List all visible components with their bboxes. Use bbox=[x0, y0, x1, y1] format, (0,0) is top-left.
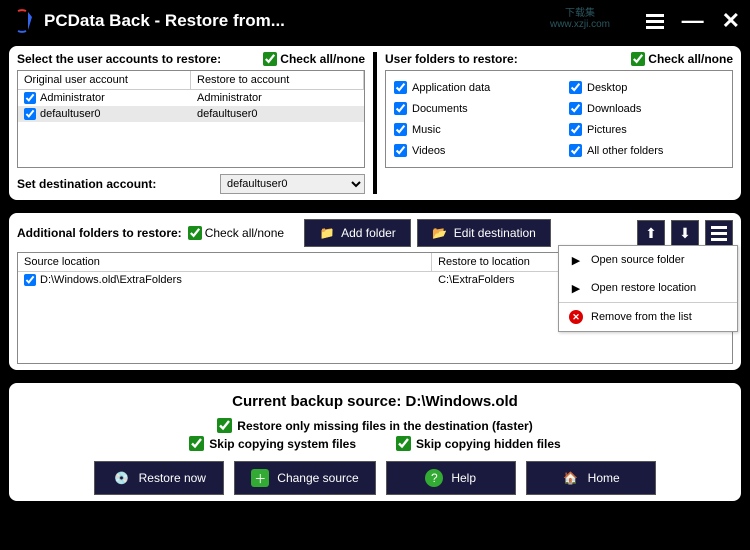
user-folders-check-all-box[interactable] bbox=[631, 52, 645, 66]
additional-check-all-box[interactable] bbox=[188, 226, 202, 240]
folder-open-icon: ▶ bbox=[569, 281, 583, 295]
bottom-panel: Current backup source: D:\Windows.old Re… bbox=[5, 379, 745, 505]
col-original-account[interactable]: Original user account bbox=[18, 71, 191, 89]
folder-checkbox[interactable] bbox=[569, 81, 582, 94]
user-folders-grid: Application data Desktop Documents Downl… bbox=[385, 70, 733, 168]
backup-source-label: Current backup source: D:\Windows.old bbox=[17, 393, 733, 410]
add-folder-button[interactable]: 📁 Add folder bbox=[304, 219, 411, 247]
table-row[interactable]: AdministratorAdministrator bbox=[18, 90, 364, 106]
remove-icon: ✕ bbox=[569, 310, 583, 324]
ctx-remove[interactable]: ✕ Remove from the list bbox=[559, 303, 737, 331]
edit-destination-button[interactable]: 📂 Edit destination bbox=[417, 219, 551, 247]
restore-icon: 💿 bbox=[113, 469, 131, 487]
close-button[interactable]: ✕ bbox=[722, 8, 740, 34]
change-source-button[interactable]: ＋ Change source bbox=[234, 461, 375, 495]
accounts-label: Select the user accounts to restore: bbox=[17, 52, 263, 66]
home-icon: 🏠 bbox=[562, 469, 580, 487]
minimize-button[interactable]: — bbox=[682, 8, 704, 34]
user-folder-item[interactable]: All other folders bbox=[569, 142, 724, 159]
user-folder-item[interactable]: Music bbox=[394, 121, 549, 138]
home-button[interactable]: 🏠 Home bbox=[526, 461, 656, 495]
move-up-button[interactable]: ⬆ bbox=[637, 220, 665, 246]
restore-now-button[interactable]: 💿 Restore now bbox=[94, 461, 224, 495]
window-title: PCData Back - Restore from... bbox=[44, 11, 646, 31]
row-checkbox[interactable] bbox=[24, 108, 36, 120]
title-bar: PCData Back - Restore from... — ✕ bbox=[0, 0, 750, 42]
folder-checkbox[interactable] bbox=[394, 81, 407, 94]
change-source-icon: ＋ bbox=[251, 469, 269, 487]
row-checkbox[interactable] bbox=[24, 274, 36, 286]
ctx-open-source[interactable]: ▶ Open source folder bbox=[559, 246, 737, 274]
additional-check-all[interactable]: Check all/none bbox=[188, 226, 284, 240]
user-folder-item[interactable]: Documents bbox=[394, 100, 549, 117]
arrow-down-icon: ⬇ bbox=[679, 225, 691, 242]
user-folder-item[interactable]: Desktop bbox=[569, 79, 724, 96]
help-icon: ? bbox=[425, 469, 443, 487]
user-folder-item[interactable]: Pictures bbox=[569, 121, 724, 138]
user-folder-item[interactable]: Downloads bbox=[569, 100, 724, 117]
col-restore-account[interactable]: Restore to account bbox=[191, 71, 364, 89]
dest-account-select[interactable]: defaultuser0 bbox=[220, 174, 365, 194]
user-folder-item[interactable]: Videos bbox=[394, 142, 549, 159]
folder-checkbox[interactable] bbox=[569, 144, 582, 157]
app-logo-icon bbox=[10, 9, 34, 33]
col-source-location[interactable]: Source location bbox=[18, 253, 432, 271]
top-panel: Select the user accounts to restore: Che… bbox=[5, 42, 745, 204]
user-folders-label: User folders to restore: bbox=[385, 52, 631, 66]
additional-menu-button[interactable] bbox=[705, 220, 733, 246]
folder-checkbox[interactable] bbox=[569, 123, 582, 136]
user-folders-check-all[interactable]: Check all/none bbox=[631, 52, 733, 66]
user-folders-section: User folders to restore: Check all/none … bbox=[385, 52, 733, 194]
opt-skip-system[interactable]: Skip copying system files bbox=[189, 436, 356, 451]
folder-plus-icon: 📁 bbox=[319, 225, 335, 241]
accounts-section: Select the user accounts to restore: Che… bbox=[17, 52, 377, 194]
ctx-open-restore[interactable]: ▶ Open restore location bbox=[559, 274, 737, 302]
accounts-check-all[interactable]: Check all/none bbox=[263, 52, 365, 66]
accounts-check-all-box[interactable] bbox=[263, 52, 277, 66]
row-checkbox[interactable] bbox=[24, 92, 36, 104]
table-row[interactable]: defaultuser0defaultuser0 bbox=[18, 106, 364, 122]
move-down-button[interactable]: ⬇ bbox=[671, 220, 699, 246]
arrow-up-icon: ⬆ bbox=[645, 225, 657, 242]
opt-skip-hidden[interactable]: Skip copying hidden files bbox=[396, 436, 561, 451]
folder-checkbox[interactable] bbox=[394, 102, 407, 115]
dest-account-label: Set destination account: bbox=[17, 177, 212, 191]
context-menu: ▶ Open source folder ▶ Open restore loca… bbox=[558, 245, 738, 332]
opt-restore-missing[interactable]: Restore only missing files in the destin… bbox=[217, 418, 532, 433]
folder-edit-icon: 📂 bbox=[432, 225, 448, 241]
help-button[interactable]: ? Help bbox=[386, 461, 516, 495]
folder-checkbox[interactable] bbox=[394, 144, 407, 157]
folder-open-icon: ▶ bbox=[569, 253, 583, 267]
main-menu-button[interactable] bbox=[646, 14, 664, 29]
folder-checkbox[interactable] bbox=[394, 123, 407, 136]
accounts-list[interactable]: Original user account Restore to account… bbox=[17, 70, 365, 168]
folder-checkbox[interactable] bbox=[569, 102, 582, 115]
additional-label: Additional folders to restore: bbox=[17, 226, 182, 240]
user-folder-item[interactable]: Application data bbox=[394, 79, 549, 96]
